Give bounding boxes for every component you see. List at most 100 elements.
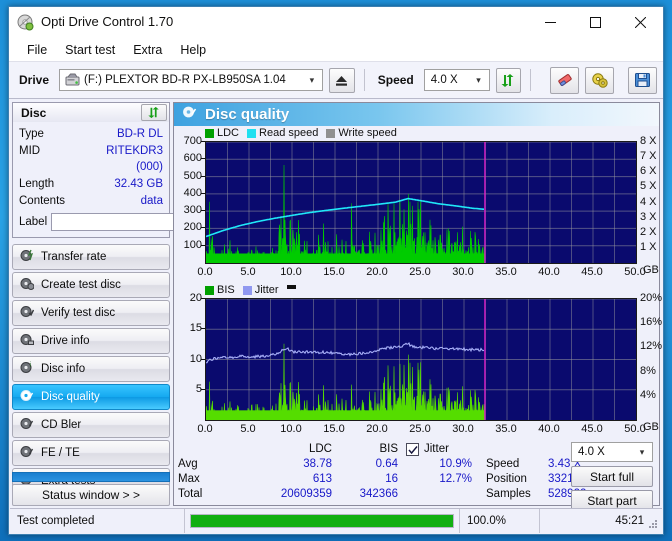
stats-row-total-label: Total — [178, 488, 203, 500]
legend-swatch-write-speed — [326, 128, 336, 138]
progress-percent: 100.0% — [460, 509, 540, 533]
legend-swatch-read-speed — [247, 128, 257, 138]
disc-transfer-icon — [20, 249, 34, 265]
drive-label: Drive — [19, 73, 50, 87]
chevron-down-icon[interactable]: ▾ — [304, 75, 320, 86]
disc-quality-icon — [182, 105, 197, 124]
bis-plot-area[interactable] — [205, 298, 637, 421]
disc-bler-icon — [20, 417, 34, 433]
menu-item-file[interactable]: File — [18, 41, 56, 59]
sidebar-label: Create test disc — [41, 279, 121, 291]
disc-key-mid: MID — [19, 145, 41, 157]
jitter-checkbox[interactable] — [406, 443, 419, 456]
y-tick-mark — [201, 175, 205, 177]
menu-item-help[interactable]: Help — [171, 41, 215, 59]
progress-bar — [190, 514, 454, 528]
legend-item-jitter: Jitter — [242, 284, 279, 296]
stats-ldc-max: 613 — [312, 473, 332, 485]
disc-fete-icon — [20, 445, 34, 461]
eject-button[interactable] — [328, 67, 355, 93]
y2-tick-label: 8% — [640, 364, 656, 377]
disc-value-mid: RITEKDR3 (000) — [106, 145, 163, 173]
menu-item-start-test[interactable]: Start test — [56, 41, 124, 59]
legend-label-ldc: LDC — [217, 127, 240, 139]
refresh-button[interactable] — [495, 67, 522, 93]
status-window-button[interactable]: Status window > > — [12, 484, 170, 506]
x-tick-label: 10.0 — [280, 266, 302, 278]
sidebar-item-drive-info[interactable]: Drive info — [12, 328, 170, 354]
legend-swatch-bis — [205, 285, 214, 295]
sidebar-label: CD Bler — [41, 419, 82, 431]
disc-value-length: 32.43 GB — [114, 178, 163, 190]
sidebar-item-disc-info[interactable]: i Disc info — [12, 356, 170, 382]
menu-item-extra[interactable]: Extra — [124, 41, 171, 59]
disc-key-length: Length — [19, 178, 55, 190]
sidebar-item-cd-bler[interactable]: CD Bler — [12, 412, 170, 438]
x-tick-label: 30.0 — [452, 423, 474, 435]
x-tick-label: 10.0 — [280, 423, 302, 435]
ldc-plot-area[interactable] — [205, 141, 637, 264]
save-button[interactable] — [628, 66, 658, 94]
stats-col-ldc: LDC — [308, 443, 332, 455]
disc-row-length: Length 32.43 GB — [19, 176, 163, 192]
progress-cell — [185, 509, 460, 533]
stats-jitter-max: 12.7% — [439, 473, 472, 485]
legend-item-bis: BIS — [205, 284, 235, 296]
disc-refresh-button[interactable] — [141, 104, 167, 121]
disc-row-mid: MID RITEKDR3 (000) — [19, 143, 163, 175]
y2-tick-label: 16% — [640, 316, 663, 329]
start-full-button[interactable]: Start full — [571, 466, 653, 487]
stats-position-label: Position — [486, 473, 527, 485]
disc-value-type: BD-R DL — [116, 128, 163, 140]
sidebar-label: Drive info — [41, 335, 90, 347]
sidebar-item-fe-te[interactable]: FE / TE — [12, 440, 170, 466]
disc-settings-button[interactable] — [585, 66, 615, 94]
chevron-down-icon[interactable]: ▾ — [634, 447, 650, 458]
speed-select[interactable]: 4.0 X ▾ — [423, 69, 490, 91]
y-tick-mark — [201, 328, 205, 330]
disc-info-icon: i — [20, 361, 34, 377]
disc-write-icon — [20, 277, 35, 293]
resize-grip-icon[interactable] — [647, 518, 659, 530]
x-tick-label: 40.0 — [538, 266, 560, 278]
minimize-button[interactable] — [528, 7, 573, 38]
test-speed-select[interactable]: 4.0 X ▾ — [571, 442, 653, 462]
disc-panel-header: Disc — [12, 102, 170, 122]
x-tick-label: 35.0 — [495, 423, 517, 435]
y2-tick-label: 6 X — [640, 165, 657, 178]
legend-swatch-ldc — [205, 128, 214, 138]
drive-select[interactable]: (F:) PLEXTOR BD-R PX-LB950SA 1.04 ▾ — [59, 69, 323, 91]
chevron-down-icon[interactable]: ▾ — [471, 75, 487, 86]
app-window: Opti Drive Control 1.70 File Start test … — [8, 6, 664, 535]
y2-tick-label: 4% — [640, 388, 656, 401]
x-tick-label: 15.0 — [323, 423, 345, 435]
close-button[interactable] — [618, 7, 663, 38]
speed-label: Speed — [377, 73, 414, 87]
y2-tick-label: 12% — [640, 340, 663, 353]
sidebar-item-create-test-disc[interactable]: Create test disc — [12, 272, 170, 298]
speed-value: 4.0 X — [430, 74, 458, 86]
y2-tick-label: 5 X — [640, 180, 657, 193]
main-body: Disc Type BD-R DL MID RITEKDR3 (000) Len… — [9, 100, 663, 511]
page-title: Disc quality — [205, 106, 290, 123]
stats-panel: LDC BIS Avg 38.78 0.64 Max 613 16 Total … — [174, 440, 659, 514]
maximize-button[interactable] — [573, 7, 618, 38]
y-tick-mark — [201, 192, 205, 194]
x-tick-label: 45.0 — [581, 266, 603, 278]
y-tick-mark — [201, 227, 205, 229]
sidebar-label: Verify test disc — [41, 307, 116, 319]
sidebar-item-disc-quality[interactable]: Disc quality — [12, 384, 170, 410]
nav-spacer — [12, 472, 170, 482]
left-panel: Disc Type BD-R DL MID RITEKDR3 (000) Len… — [12, 102, 256, 506]
stats-ldc-avg: 38.78 — [303, 458, 332, 470]
stats-jitter-avg: 10.9% — [439, 458, 472, 470]
erase-button[interactable] — [550, 66, 580, 94]
sidebar-item-verify-test-disc[interactable]: Verify test disc — [12, 300, 170, 326]
app-logo-icon — [17, 14, 34, 31]
disc-row-type: Type BD-R DL — [19, 126, 163, 142]
ldc-chart-container: LDC Read speed Write speed 100 200 300 400 5… — [174, 126, 659, 283]
x-tick-label: 5.0 — [240, 266, 256, 278]
sidebar-item-transfer-rate[interactable]: Transfer rate — [12, 244, 170, 270]
y-tick-mark — [201, 298, 205, 299]
y2-tick-label: 2 X — [640, 225, 657, 238]
